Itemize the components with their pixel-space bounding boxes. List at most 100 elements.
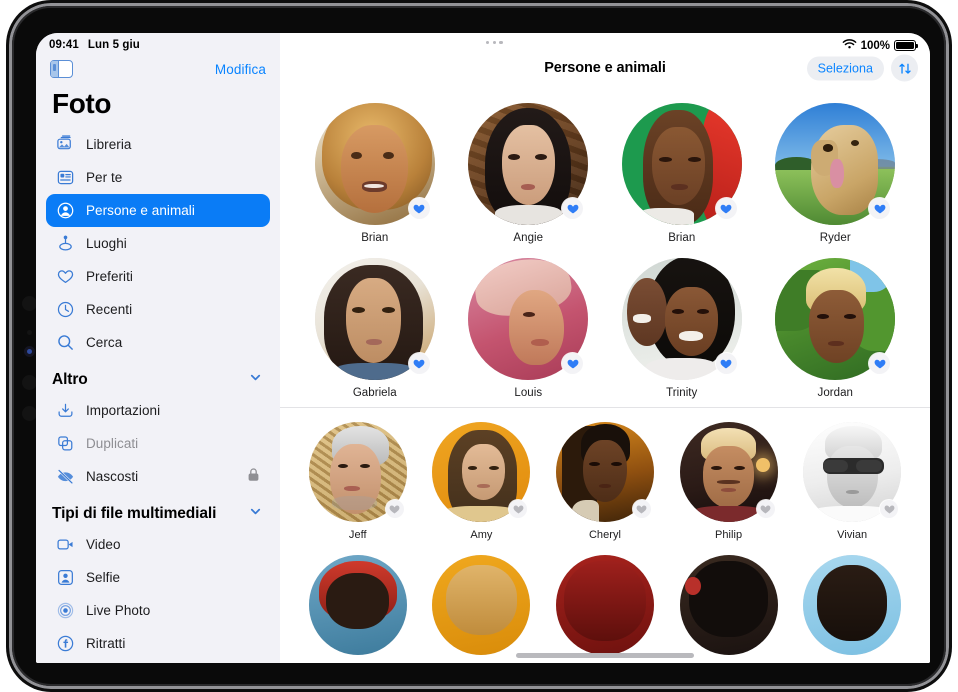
heart-icon: [637, 505, 647, 514]
person-name: Gabriela: [352, 387, 397, 399]
avatar-wrap: [803, 422, 902, 522]
edit-button[interactable]: Modifica: [215, 62, 266, 77]
person-card[interactable]: Cheryl: [555, 408, 654, 541]
sensor-dot-lower: [22, 406, 37, 421]
person-card[interactable]: Louis: [468, 244, 589, 399]
sidebar-item-persone-e-animali[interactable]: Persone e animali: [46, 194, 270, 227]
sidebar-item-cerca[interactable]: Cerca: [46, 326, 270, 359]
sidebar-toggle-icon[interactable]: [50, 60, 73, 78]
favorite-badge[interactable]: [385, 500, 404, 518]
main-toolbar: Persone e animali Seleziona: [280, 33, 930, 89]
person-card[interactable]: Ryder: [775, 89, 896, 244]
status-bar-left: 09:41 Lun 5 giu: [49, 39, 140, 51]
favorite-badge[interactable]: [715, 198, 737, 219]
person-card[interactable]: Gabriela: [314, 244, 435, 399]
search-icon: [56, 333, 75, 352]
sidebar-item-label: Persone e animali: [86, 203, 195, 218]
hidden-eye-icon: [56, 467, 75, 486]
chevron-down-icon[interactable]: [249, 505, 262, 523]
favorite-badge[interactable]: [408, 353, 430, 374]
favorite-badge[interactable]: [408, 198, 430, 219]
avatar-wrap: [308, 422, 407, 522]
chevron-down-icon[interactable]: [249, 371, 262, 389]
home-indicator[interactable]: [516, 653, 694, 658]
sidebar: 09:41 Lun 5 giu Modifica Foto Libreria P…: [36, 33, 280, 663]
select-button[interactable]: Seleziona: [806, 56, 884, 80]
avatar[interactable]: [308, 555, 407, 655]
person-card[interactable]: Jordan: [775, 244, 896, 399]
clock-icon: [56, 300, 75, 319]
people-grid-row-partial: [280, 541, 930, 655]
avatar-wrap: [314, 103, 435, 225]
sidebar-item-recenti[interactable]: Recenti: [46, 293, 270, 326]
person-card[interactable]: Brian: [314, 89, 435, 244]
heart-icon: [389, 505, 400, 514]
sidebar-item-duplicati[interactable]: Duplicati: [46, 427, 270, 460]
group-title: Tipi di file multimediali: [52, 505, 217, 522]
person-card[interactable]: Brian: [621, 89, 742, 244]
heart-icon: [874, 204, 886, 214]
avatar-wrap: [468, 103, 589, 225]
heart-icon: [884, 505, 895, 514]
person-card[interactable]: Angie: [468, 89, 589, 244]
status-time: 09:41: [49, 39, 79, 51]
people-grid-scroll-area[interactable]: Brian Angie Brian Ryder Gabriela Louis T…: [280, 89, 930, 663]
people-pets-icon: [56, 201, 75, 220]
avatar-wrap: [555, 422, 654, 522]
group-title: Altro: [52, 371, 88, 388]
heart-icon: [567, 204, 579, 214]
places-pin-icon: [56, 234, 75, 253]
favorite-badge[interactable]: [632, 500, 651, 518]
avatar-wrap: [432, 422, 531, 522]
avatar[interactable]: [555, 555, 654, 655]
person-name: Amy: [470, 529, 493, 541]
person-card[interactable]: [679, 541, 778, 655]
avatar-wrap: [775, 103, 896, 225]
heart-icon: [567, 359, 579, 369]
favorite-badge[interactable]: [756, 500, 775, 518]
people-grid-row: Brian Angie Brian Ryder: [280, 89, 930, 244]
person-card[interactable]: Trinity: [621, 244, 742, 399]
person-card[interactable]: Philip: [679, 408, 778, 541]
sidebar-item-luoghi[interactable]: Luoghi: [46, 227, 270, 260]
sidebar-item-per-te[interactable]: Per te: [46, 161, 270, 194]
sort-arrows-icon[interactable]: [891, 54, 918, 82]
ipad-screen: 09:41 Lun 5 giu Modifica Foto Libreria P…: [36, 33, 930, 663]
avatar[interactable]: [432, 555, 531, 655]
person-card[interactable]: Jeff: [308, 408, 407, 541]
sidebar-item-live-photo[interactable]: Live Photo: [46, 594, 270, 627]
avatar-wrap: [679, 422, 778, 522]
avatar[interactable]: [803, 555, 902, 655]
sidebar-item-label: Per te: [86, 170, 123, 185]
sidebar-item-importazioni[interactable]: Importazioni: [46, 394, 270, 427]
person-card[interactable]: [308, 541, 407, 655]
ipad-device-frame: 09:41 Lun 5 giu Modifica Foto Libreria P…: [9, 3, 949, 689]
sidebar-item-ritratti[interactable]: Ritratti: [46, 627, 270, 660]
person-card[interactable]: [432, 541, 531, 655]
person-card[interactable]: Amy: [432, 408, 531, 541]
avatar-wrap: [468, 258, 589, 380]
people-grid-row: Gabriela Louis Trinity Jordan: [280, 244, 930, 399]
sidebar-group-media-types-header[interactable]: Tipi di file multimediali: [36, 493, 280, 528]
heart-icon: [760, 505, 771, 514]
sidebar-item-nascosti[interactable]: Nascosti: [46, 460, 270, 493]
person-card[interactable]: [555, 541, 654, 655]
sidebar-item-preferiti[interactable]: Preferiti: [46, 260, 270, 293]
avatar[interactable]: [679, 555, 778, 655]
people-grid-row: Jeff Amy Cheryl Philip Vivian: [280, 408, 930, 541]
sidebar-item-label: Duplicati: [86, 436, 139, 451]
sidebar-group-altro-items: Importazioni Duplicati Nascosti: [36, 394, 280, 493]
person-card[interactable]: [803, 541, 902, 655]
sidebar-item-libreria[interactable]: Libreria: [46, 128, 270, 161]
live-photo-icon: [56, 601, 75, 620]
video-icon: [56, 535, 75, 554]
sidebar-item-label: Cerca: [86, 335, 123, 350]
sidebar-item-label: Luoghi: [86, 236, 127, 251]
sidebar-item-selfie[interactable]: Selfie: [46, 561, 270, 594]
favorite-badge[interactable]: [715, 353, 737, 374]
sensor-dot-mid: [22, 375, 37, 390]
sidebar-group-altro-header[interactable]: Altro: [36, 359, 280, 394]
person-card[interactable]: Vivian: [803, 408, 902, 541]
person-name: Brian: [668, 232, 696, 244]
sidebar-item-video[interactable]: Video: [46, 528, 270, 561]
